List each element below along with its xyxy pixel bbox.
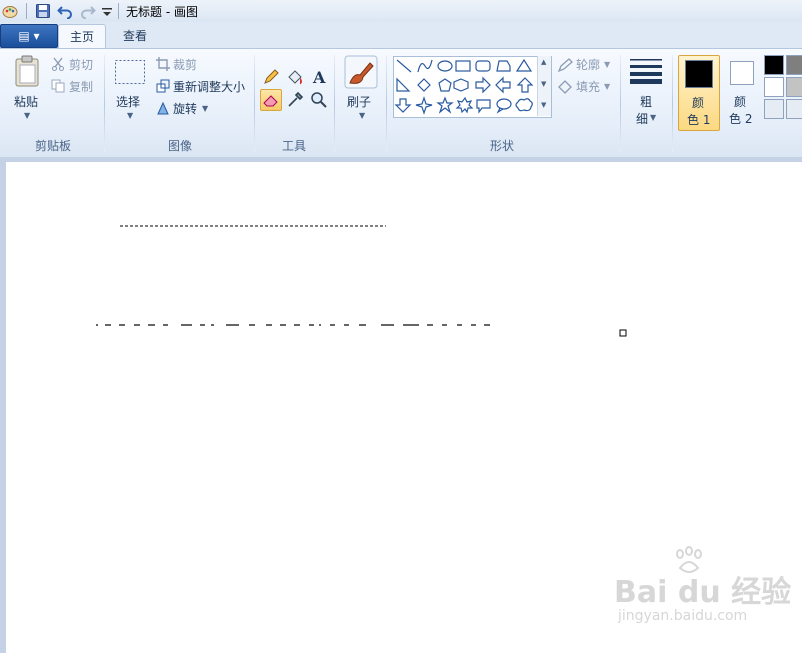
outline-icon[interactable] (557, 57, 573, 73)
text-tool[interactable]: A (308, 66, 330, 88)
fill-icon[interactable] (557, 79, 573, 95)
color2-label-b: 色 2 (729, 112, 753, 126)
window-title: 无标题 - 画图 (126, 5, 198, 19)
line-size-icon[interactable] (629, 57, 663, 85)
scroll-down-icon[interactable]: ▼ (541, 80, 546, 88)
fill-tool[interactable] (284, 66, 306, 88)
titlebar-separator (118, 3, 119, 19)
group-separator (672, 55, 673, 153)
magnifier-tool[interactable] (308, 89, 330, 111)
pencil-tool[interactable] (260, 66, 282, 88)
canvas-resize-handle[interactable] (619, 329, 627, 337)
pencil-icon (264, 69, 279, 84)
text-a-icon: A (312, 68, 326, 87)
size-label-2[interactable]: 细 (636, 110, 648, 127)
cut-icon[interactable] (51, 57, 65, 71)
outline-button[interactable]: 轮廓 (576, 56, 600, 73)
palette-color-custom[interactable] (764, 99, 784, 119)
color1-label-a: 颜 (692, 96, 705, 110)
palette-color-black[interactable] (764, 55, 784, 75)
color1-swatch (685, 60, 713, 88)
shapes-gallery[interactable] (393, 56, 552, 118)
cut-button[interactable]: 剪切 (69, 56, 93, 73)
palette-color-custom[interactable] (786, 99, 802, 119)
magnifier-icon (311, 92, 327, 108)
watermark-url: jingyan.baidu.com (618, 608, 748, 624)
group-separator (254, 55, 255, 153)
rotate-dropdown-icon[interactable]: ▼ (202, 104, 208, 113)
group-separator (620, 55, 621, 153)
image-group-label: 图像 (167, 139, 192, 153)
paint-app-icon[interactable] (2, 3, 18, 19)
resize-button[interactable]: 重新调整大小 (173, 78, 245, 95)
color2-label-a: 颜 (734, 95, 747, 109)
eraser-tool[interactable] (260, 89, 282, 111)
shapes-gallery-scroll[interactable]: ▲ ▼ ▼ (537, 56, 551, 116)
titlebar-separator (26, 3, 27, 19)
tab-home[interactable]: 主页 (58, 24, 106, 49)
ribbon-tab-bar: ▤ ▾ 主页 查看 (0, 22, 802, 49)
group-separator (386, 55, 387, 153)
fill-button[interactable]: 填充 (576, 78, 600, 95)
eraser-icon (263, 95, 278, 107)
tab-view[interactable]: 查看 (113, 24, 157, 48)
tools-group-label: 工具 (281, 139, 306, 153)
canvas-workspace: Bai du 经验 jingyan.baidu.com (0, 157, 802, 653)
resize-icon[interactable] (156, 79, 170, 93)
select-button[interactable]: 选择 (116, 93, 140, 110)
brushes-dropdown-icon[interactable]: ▼ (359, 111, 365, 120)
brush-icon[interactable] (344, 55, 378, 89)
gallery-expand-icon[interactable]: ▼ (541, 101, 546, 109)
brushes-button[interactable]: 刷子 (347, 93, 371, 110)
drawing-canvas[interactable]: Bai du 经验 jingyan.baidu.com (6, 162, 802, 653)
svg-text:A: A (312, 68, 326, 87)
group-separator (104, 55, 105, 153)
paste-button[interactable]: 粘贴 (14, 93, 38, 110)
color1-label-b: 色 1 (687, 113, 711, 127)
crop-button[interactable]: 裁剪 (173, 56, 197, 73)
copy-button[interactable]: 复制 (69, 78, 93, 95)
fill-dropdown-icon[interactable]: ▼ (604, 82, 610, 91)
size-dropdown-icon[interactable]: ▼ (650, 113, 656, 122)
palette-color-light-gray[interactable] (786, 77, 802, 97)
color-picker-tool[interactable] (284, 89, 306, 111)
color2-button[interactable]: 颜 色 2 (722, 55, 762, 129)
paint-bucket-icon (288, 70, 302, 85)
ribbon: 粘贴 ▼ 剪切 复制 剪贴板 选择 ▼ 裁剪 重新调整大小 旋转 ▼ 图像 A (0, 48, 802, 158)
size-label-1[interactable]: 粗 (640, 93, 652, 110)
select-dropdown-icon[interactable]: ▼ (127, 111, 133, 120)
crop-icon[interactable] (156, 57, 170, 71)
eyedropper-icon (288, 91, 304, 107)
scroll-up-icon[interactable]: ▲ (541, 58, 546, 66)
app-menu-button[interactable]: ▤ ▾ (0, 24, 58, 48)
title-bar: 无标题 - 画图 (0, 0, 802, 23)
select-icon[interactable] (114, 59, 146, 85)
redo-icon[interactable] (80, 3, 96, 19)
rotate-icon[interactable] (156, 101, 170, 115)
copy-icon[interactable] (51, 79, 65, 93)
paste-icon[interactable] (14, 55, 40, 87)
shapes-group-label: 形状 (489, 139, 514, 153)
palette-color-gray[interactable] (786, 55, 802, 75)
paw-icon (676, 546, 702, 573)
color2-swatch (730, 61, 754, 85)
clipboard-group-label: 剪贴板 (34, 139, 71, 153)
outline-dropdown-icon[interactable]: ▼ (604, 60, 610, 69)
customize-toolbar-icon[interactable] (99, 3, 115, 19)
paste-dropdown-icon[interactable]: ▼ (24, 111, 30, 120)
palette-color-white[interactable] (764, 77, 784, 97)
save-icon[interactable] (35, 3, 51, 19)
rotate-button[interactable]: 旋转 (173, 100, 197, 117)
undo-icon[interactable] (57, 3, 73, 19)
shapes-gallery-icons (394, 58, 534, 115)
color1-button[interactable]: 颜 色 1 (678, 55, 720, 131)
group-separator (334, 55, 335, 153)
